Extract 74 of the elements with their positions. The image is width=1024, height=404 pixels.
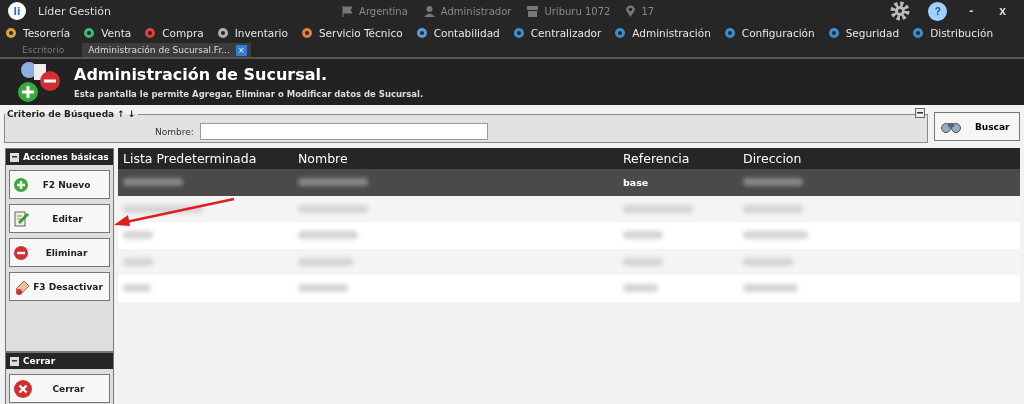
action-button[interactable]: Eliminar	[9, 238, 110, 267]
action-button[interactable]: F2 Nuevo	[9, 170, 110, 199]
user-icon	[423, 5, 435, 17]
action-button[interactable]: F3 Desactivar	[9, 272, 110, 301]
blurred-text	[623, 257, 663, 266]
tab[interactable]: Administración de Sucursal.Fr... ×	[82, 43, 251, 57]
menu-item[interactable]: Seguridad	[845, 26, 900, 39]
blurred-text	[298, 257, 353, 266]
edit-tools-icon	[16, 59, 62, 105]
blurred-text	[123, 231, 153, 240]
blurred-text	[743, 257, 793, 266]
store-icon	[527, 5, 539, 17]
menu-item[interactable]: Compra	[162, 26, 204, 39]
blurred-text	[123, 257, 153, 266]
app-title: Líder Gestión	[38, 4, 112, 18]
plus-icon	[14, 177, 28, 192]
status-text: 17	[641, 5, 655, 17]
blurred-text	[298, 204, 368, 213]
search-button[interactable]: Buscar	[934, 112, 1020, 141]
panel-title: Acciones básicas	[23, 152, 109, 162]
close-icon	[14, 379, 32, 398]
table-row[interactable]: base	[118, 169, 1020, 196]
eraser-icon	[14, 278, 31, 295]
blurred-text	[623, 284, 658, 293]
minimize-button[interactable]: -	[965, 4, 978, 18]
blurred-text	[123, 284, 151, 293]
menu-item[interactable]: Administración	[632, 26, 711, 39]
menu-item[interactable]: Servicio Técnico	[318, 26, 403, 39]
panel-legend: Criterio de Búsqueda ↑ ↓	[5, 109, 138, 119]
blurred-text	[623, 231, 663, 240]
status-text: Administrador	[440, 5, 512, 17]
status-text: Argentina	[359, 5, 408, 17]
location-pin-icon	[626, 5, 636, 17]
column-header: Lista Predeterminada	[123, 151, 258, 166]
collapse-icon[interactable]	[915, 108, 925, 118]
menu-item[interactable]: Distribución	[930, 26, 994, 39]
blurred-text	[298, 231, 358, 240]
page-subtitle: Esta pantalla le permite Agregar, Eliminar o Modificar datos de Sucursal.	[74, 89, 424, 99]
action-button[interactable]: Editar	[9, 204, 110, 233]
status-text: Uriburu 1072	[544, 5, 611, 17]
column-header: Referencia	[623, 151, 691, 166]
blurred-text	[123, 178, 183, 187]
table-cell-text: base	[623, 176, 650, 188]
blurred-text	[623, 204, 693, 213]
action-button[interactable]: Cerrar	[9, 374, 110, 403]
column-header: Direccion	[743, 151, 803, 166]
flag-icon	[342, 5, 354, 17]
collapse-icon[interactable]	[10, 152, 19, 162]
minus-icon	[14, 245, 28, 260]
name-input-field[interactable]	[199, 123, 488, 140]
help-button[interactable]: ?	[928, 1, 948, 21]
blurred-text	[743, 231, 808, 240]
settings-icon[interactable]	[890, 1, 911, 21]
menu-item[interactable]: Venta	[101, 26, 132, 39]
edit-icon	[14, 210, 30, 227]
blurred-text	[743, 284, 798, 293]
blurred-text	[743, 204, 803, 213]
app-logo: li	[8, 2, 26, 20]
blurred-text	[743, 178, 803, 187]
blurred-text	[298, 284, 348, 293]
menu-item[interactable]: Inventario	[234, 26, 288, 39]
menu-item[interactable]: Tesorería	[23, 26, 71, 39]
menu-item[interactable]: Contabilidad	[433, 26, 500, 39]
tab-close-button[interactable]: ×	[235, 44, 247, 56]
panel-title: Cerrar	[23, 356, 56, 366]
binoculars-icon	[941, 120, 961, 133]
collapse-icon[interactable]	[10, 356, 19, 366]
close-button[interactable]: x	[995, 4, 1010, 18]
menu-item[interactable]: Configuración	[741, 26, 815, 39]
blurred-text	[298, 178, 368, 187]
field-label: Nombre:	[155, 126, 194, 137]
column-header: Nombre	[298, 151, 349, 166]
page-title: Administración de Sucursal.	[74, 65, 329, 84]
menu-item[interactable]: Centralizador	[530, 26, 602, 39]
